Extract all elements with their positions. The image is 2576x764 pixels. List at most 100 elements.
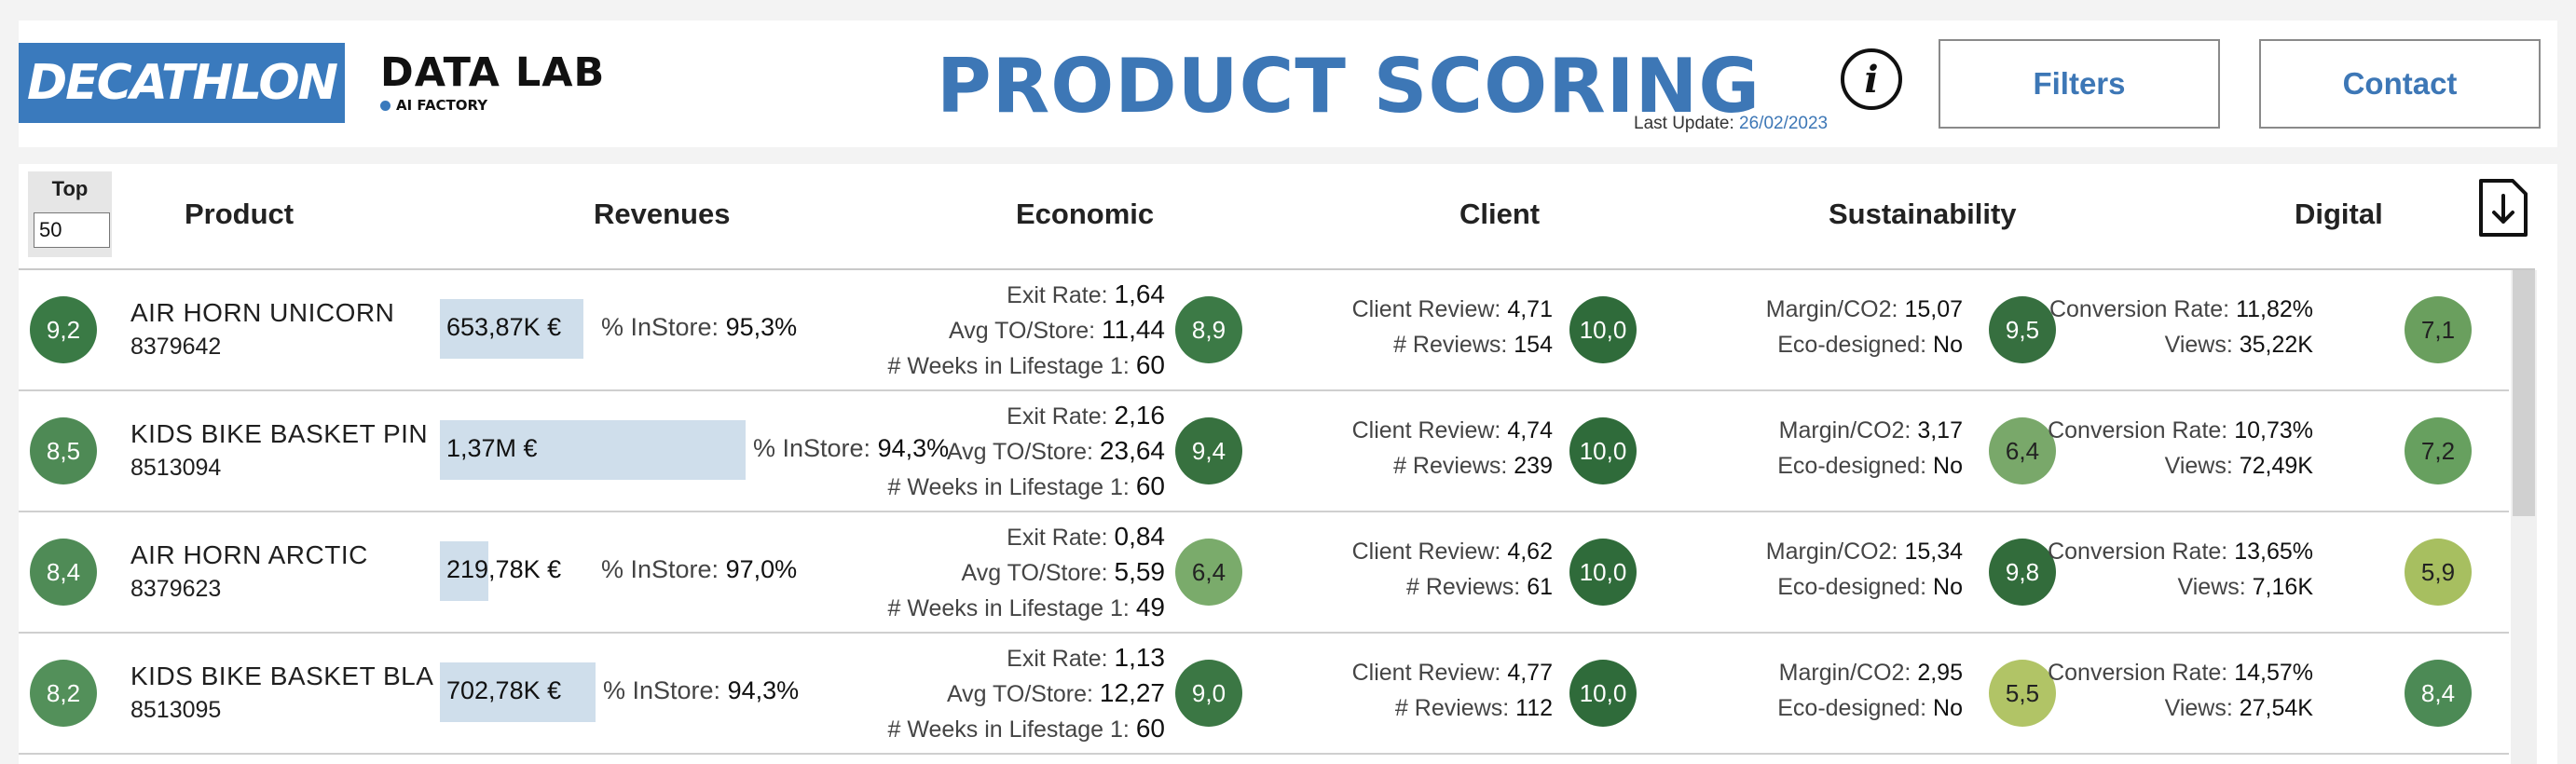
scoring-table: Top Product Revenues Economic Client Sus… [19,164,2557,764]
brand-title: DATA LAB [380,49,606,96]
reviews-value: 112 [1515,695,1553,721]
column-header-product[interactable]: Product [185,198,294,231]
top-n-control: Top [28,171,112,257]
last-update: Last Update: 26/02/2023 [1634,114,1828,134]
table-row[interactable]: 8,4 AIR HORN ARCTIC 8379623 219,78K € % … [19,512,2509,634]
margin-value: 2,95 [1917,660,1963,686]
conversion-label: Conversion Rate: [2048,417,2228,443]
views-label: Views: [2177,574,2246,600]
column-header-revenues[interactable]: Revenues [594,198,730,231]
conversion-value: 13,65% [2234,539,2313,565]
weeks-value: 49 [1135,593,1165,621]
product-name[interactable]: KIDS BIKE BASKET BLA [130,662,433,691]
digital-score-badge: 7,1 [2405,296,2472,363]
exit-rate-value: 1,64 [1114,280,1166,308]
views-value: 72,49K [2239,453,2313,479]
views-label: Views: [2164,695,2233,721]
margin-label: Margin/CO2: [1778,660,1911,686]
weeks-label: # Weeks in Lifestage 1: [887,595,1130,621]
conversion-label: Conversion Rate: [2048,539,2228,565]
eco-value: No [1933,574,1963,600]
weeks-value: 60 [1135,471,1165,500]
revenue-value: 653,87K € [446,313,562,341]
revenue-value: 702,78K € [446,676,562,704]
avg-to-value: 11,44 [1102,315,1165,344]
table-row[interactable]: 9,2 AIR HORN UNICORN 8379642 653,87K € %… [19,270,2509,391]
avg-to-store: Avg TO/Store: 11,44 [949,315,1165,345]
avg-to-label: Avg TO/Store: [949,318,1096,344]
table-row[interactable]: 8,2 KIDS BIKE BASKET BLA 8513095 702,78K… [19,634,2509,755]
weeks-lifestage: # Weeks in Lifestage 1: 49 [887,593,1165,622]
info-icon[interactable]: i [1841,48,1902,110]
product-id: 8379623 [130,576,222,602]
client-review: Client Review: 4,62 [1352,539,1553,566]
reviews-label: # Reviews: [1394,695,1510,721]
avg-to-label: Avg TO/Store: [961,560,1108,586]
client-review-label: Client Review: [1351,417,1501,443]
exit-rate-label: Exit Rate: [1007,282,1108,308]
contact-button[interactable]: Contact [2259,39,2541,129]
in-store-share: % InStore: 94,3% [753,434,949,463]
conversion-value: 14,57% [2234,660,2313,686]
avg-to-store: Avg TO/Store: 12,27 [947,678,1165,708]
weeks-value: 60 [1135,714,1165,743]
brand-dot-icon [380,100,391,111]
eco-value: No [1933,453,1963,479]
conversion-value: 10,73% [2234,417,2313,443]
product-name[interactable]: AIR HORN UNICORN [130,298,394,328]
product-name[interactable]: KIDS BIKE BASKET PIN [130,419,428,449]
eco-designed: Eco-designed: No [1777,695,1963,722]
views-value: 7,16K [2252,574,2313,600]
column-header-client[interactable]: Client [1459,198,1540,231]
eco-label: Eco-designed: [1777,695,1927,721]
download-file-icon[interactable] [2477,177,2529,239]
last-update-label: Last Update: [1634,114,1734,133]
top-n-input[interactable] [34,212,110,248]
reviews-count: # Reviews: 112 [1395,695,1553,722]
conversion-rate: Conversion Rate: 10,73% [2048,417,2313,444]
sustainability-score-badge: 6,4 [1989,417,2056,484]
conversion-value: 11,82% [2236,296,2313,322]
top-label: Top [51,177,89,200]
scrollbar-thumb[interactable] [2513,270,2535,516]
column-header-economic[interactable]: Economic [1016,198,1154,231]
table-row[interactable]: 8,5 KIDS BIKE BASKET PIN 8513094 1,37M €… [19,391,2509,512]
decathlon-logo[interactable]: DECATHLON [19,43,345,123]
exit-rate-value: 2,16 [1114,401,1166,430]
header-bar: DECATHLON DATA LAB AI FACTORY PRODUCT SC… [19,20,2557,147]
views-label: Views: [2164,453,2233,479]
weeks-label: # Weeks in Lifestage 1: [887,353,1130,379]
client-score-badge: 10,0 [1569,660,1637,727]
vertical-scrollbar[interactable] [2511,270,2537,764]
product-name[interactable]: AIR HORN ARCTIC [130,540,368,570]
revenue-value: 219,78K € [446,555,562,583]
eco-designed: Eco-designed: No [1777,574,1963,601]
in-store-share: % InStore: 95,3% [601,313,797,342]
filters-button[interactable]: Filters [1939,39,2220,129]
in-store-share: % InStore: 94,3% [603,676,799,705]
views: Views: 7,16K [2178,574,2313,601]
margin-co2: Margin/CO2: 15,07 [1766,296,1963,323]
exit-rate-label: Exit Rate: [1007,403,1108,430]
data-lab-brand: DATA LAB AI FACTORY [380,50,605,114]
brand-subtitle: AI FACTORY [396,97,488,114]
views: Views: 27,54K [2165,695,2313,722]
client-review-value: 4,77 [1507,660,1553,686]
column-header-sustainability[interactable]: Sustainability [1829,198,2017,231]
economic-score-badge: 8,9 [1175,296,1242,363]
weeks-lifestage: # Weeks in Lifestage 1: 60 [887,471,1165,501]
overall-score-badge: 8,2 [30,660,97,727]
eco-value: No [1933,695,1963,721]
exit-rate: Exit Rate: 1,13 [1007,643,1165,673]
margin-co2: Margin/CO2: 15,34 [1766,539,1963,566]
digital-score-badge: 8,4 [2405,660,2472,727]
avg-to-store: Avg TO/Store: 23,64 [947,436,1165,466]
views-value: 35,22K [2239,332,2313,358]
revenue-value: 1,37M € [446,434,538,462]
column-header-digital[interactable]: Digital [2295,198,2383,231]
reviews-count: # Reviews: 154 [1393,332,1553,359]
client-score-badge: 10,0 [1569,539,1637,606]
margin-value: 15,07 [1904,296,1963,322]
economic-score-badge: 9,4 [1175,417,1242,484]
avg-to-label: Avg TO/Store: [946,681,1093,707]
